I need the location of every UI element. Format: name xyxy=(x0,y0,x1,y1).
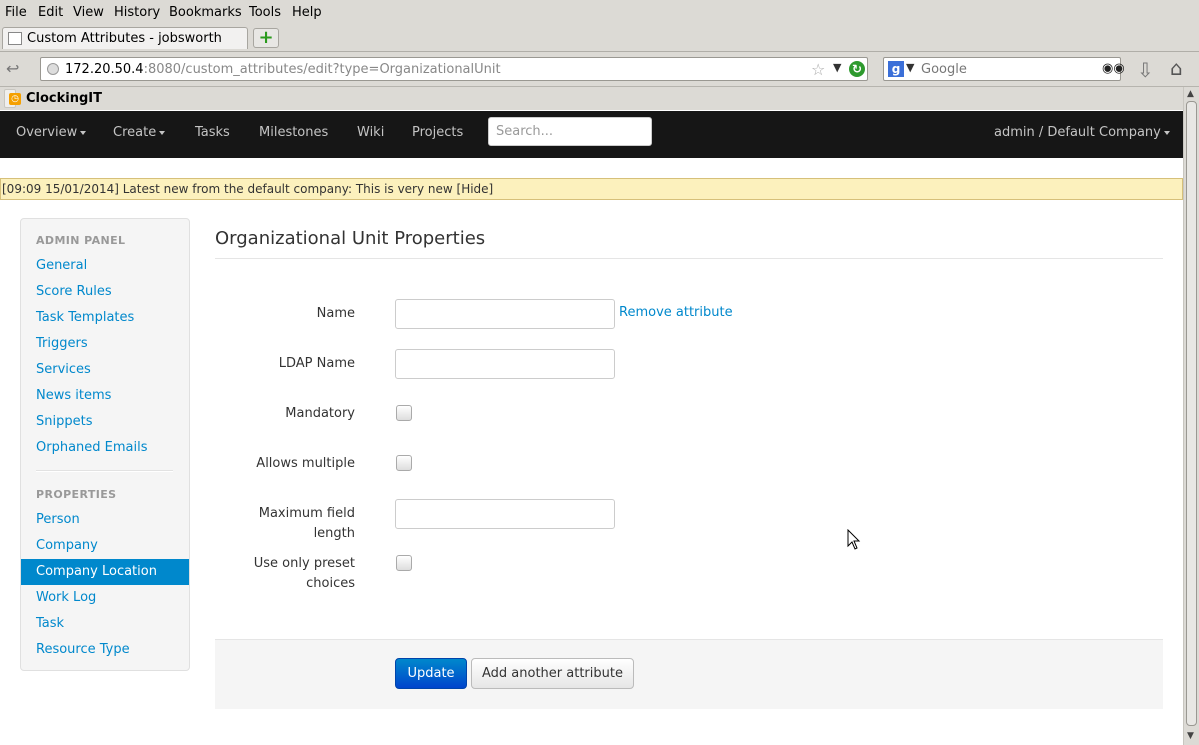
menu-bookmarks[interactable]: Bookmarks xyxy=(169,5,242,20)
nav-projects[interactable]: Projects xyxy=(412,125,463,140)
sidebar-item-company[interactable]: Company xyxy=(21,533,189,559)
caret-down-icon xyxy=(80,130,87,135)
bookmark-clockingit[interactable]: ◷ ClockingIT xyxy=(4,89,102,108)
binoculars-icon[interactable]: ◉◉ xyxy=(1102,61,1125,76)
preset-label-line1: Use only preset xyxy=(253,556,355,571)
url-dropdown-icon[interactable]: ▼ xyxy=(833,61,841,74)
menu-help[interactable]: Help xyxy=(292,5,322,20)
caret-down-icon xyxy=(159,130,166,135)
update-button[interactable]: Update xyxy=(395,658,467,689)
browser-search-bar[interactable]: g ▼ Google ◉◉ xyxy=(883,57,1125,81)
max-length-label: Maximum field length xyxy=(258,506,355,541)
sidebar-item-task-templates[interactable]: Task Templates xyxy=(21,305,189,331)
preset-choices-checkbox[interactable] xyxy=(396,555,412,571)
sidebar-item-company-location[interactable]: Company Location xyxy=(21,559,189,585)
menu-file[interactable]: File xyxy=(5,5,27,20)
news-banner: [09:09 15/01/2014] Latest new from the d… xyxy=(0,178,1183,200)
scroll-down-arrow-icon[interactable]: ▼ xyxy=(1187,731,1194,741)
nav-overview[interactable]: Overview xyxy=(16,125,87,140)
url-path: :8080/custom_attributes/edit?type=Organi… xyxy=(143,62,501,77)
bookmarks-toolbar: ◷ ClockingIT xyxy=(0,87,1199,110)
scroll-thumb[interactable] xyxy=(1186,101,1197,726)
browser-tab-strip: Custom Attributes - jobsworth + xyxy=(0,25,1199,52)
mouse-pointer-icon xyxy=(847,529,861,550)
home-icon[interactable]: ⌂ xyxy=(1170,56,1183,80)
caret-down-icon xyxy=(1163,130,1170,135)
name-label: Name xyxy=(316,306,355,321)
nav-create[interactable]: Create xyxy=(113,125,166,140)
sidebar-divider xyxy=(36,470,173,472)
mandatory-checkbox[interactable] xyxy=(396,405,412,421)
add-attribute-button[interactable]: Add another attribute xyxy=(471,658,634,689)
nav-wiki[interactable]: Wiki xyxy=(357,125,384,140)
new-tab-button[interactable]: + xyxy=(253,28,279,48)
reload-icon[interactable]: ↻ xyxy=(849,61,865,77)
sidebar-item-snippets[interactable]: Snippets xyxy=(21,409,189,435)
bookmark-label: ClockingIT xyxy=(26,91,103,106)
url-text: 172.20.50.4:8080/custom_attributes/edit?… xyxy=(65,62,501,77)
nav-milestones[interactable]: Milestones xyxy=(259,125,328,140)
scroll-up-arrow-icon[interactable]: ▲ xyxy=(1187,89,1194,99)
sidebar-item-score-rules[interactable]: Score Rules xyxy=(21,279,189,305)
name-field[interactable] xyxy=(395,299,615,329)
google-logo-icon[interactable]: g xyxy=(888,61,904,77)
mandatory-label: Mandatory xyxy=(285,406,355,421)
menu-edit[interactable]: Edit xyxy=(38,5,63,20)
browser-tab[interactable]: Custom Attributes - jobsworth xyxy=(2,27,248,49)
back-arrow-icon[interactable]: ↩ xyxy=(6,59,28,79)
search-engine-dropdown-icon[interactable]: ▼ xyxy=(906,61,914,74)
preset-label-line2: choices xyxy=(306,576,355,591)
sidebar-item-task[interactable]: Task xyxy=(21,611,189,637)
browser-nav-toolbar: ↩ 172.20.50.4:8080/custom_attributes/edi… xyxy=(0,52,1199,87)
nav-user-label: admin / Default Company xyxy=(994,125,1161,140)
menu-view[interactable]: View xyxy=(73,5,104,20)
nav-create-label: Create xyxy=(113,125,157,140)
browser-menu-bar: File Edit View History Bookmarks Tools H… xyxy=(0,0,1199,25)
nav-search-input[interactable] xyxy=(488,117,652,146)
sidebar-item-news-items[interactable]: News items xyxy=(21,383,189,409)
bookmark-star-icon[interactable]: ☆ xyxy=(811,60,825,79)
nav-overview-label: Overview xyxy=(16,125,78,140)
admin-panel-header: ADMIN PANEL xyxy=(36,234,126,247)
sidebar-item-person[interactable]: Person xyxy=(21,507,189,533)
title-divider xyxy=(215,258,1163,259)
sidebar-item-triggers[interactable]: Triggers xyxy=(21,331,189,357)
menu-history[interactable]: History xyxy=(114,5,160,20)
ldap-name-label: LDAP Name xyxy=(278,356,355,371)
preset-choices-label: Use only preset choices xyxy=(215,554,355,594)
nav-tasks[interactable]: Tasks xyxy=(195,125,230,140)
allows-multiple-checkbox[interactable] xyxy=(396,455,412,471)
app-navbar: Overview Create Tasks Milestones Wiki Pr… xyxy=(0,111,1183,158)
allows-multiple-label: Allows multiple xyxy=(256,456,355,471)
url-bar[interactable]: 172.20.50.4:8080/custom_attributes/edit?… xyxy=(40,57,868,81)
form-actions xyxy=(215,639,1163,709)
ldap-name-field[interactable] xyxy=(395,349,615,379)
sidebar-item-services[interactable]: Services xyxy=(21,357,189,383)
sidebar-item-resource-type[interactable]: Resource Type xyxy=(21,637,189,663)
properties-header: PROPERTIES xyxy=(36,488,117,501)
search-engine-label: Google xyxy=(921,62,967,77)
clock-icon: ◷ xyxy=(9,93,21,105)
sidebar-item-orphaned-emails[interactable]: Orphaned Emails xyxy=(21,435,189,461)
max-length-field[interactable] xyxy=(395,499,615,529)
menu-tools[interactable]: Tools xyxy=(249,5,281,20)
remove-attribute-link[interactable]: Remove attribute xyxy=(619,305,733,320)
tab-title: Custom Attributes - jobsworth xyxy=(27,31,222,46)
sidebar-item-work-log[interactable]: Work Log xyxy=(21,585,189,611)
nav-user-menu[interactable]: admin / Default Company xyxy=(994,125,1170,140)
admin-sidebar: ADMIN PANEL General Score Rules Task Tem… xyxy=(20,218,190,671)
sidebar-item-general[interactable]: General xyxy=(21,253,189,279)
page-title: Organizational Unit Properties xyxy=(215,228,486,249)
page-favicon-icon xyxy=(8,32,22,45)
page-scrollbar[interactable]: ▲ ▼ xyxy=(1183,87,1199,745)
url-host: 172.20.50.4 xyxy=(65,62,144,77)
download-arrow-icon[interactable]: ⇩ xyxy=(1137,58,1154,82)
site-identity-icon[interactable] xyxy=(47,63,59,75)
